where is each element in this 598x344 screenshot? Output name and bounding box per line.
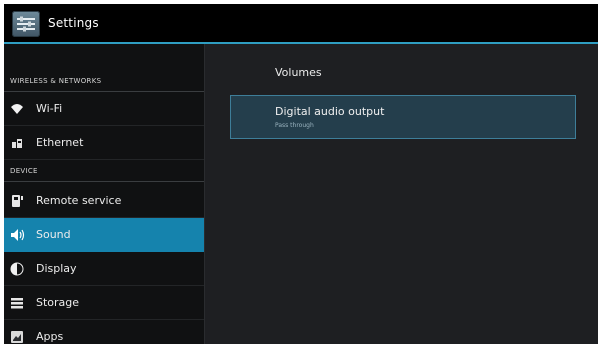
sidebar-item-label: Ethernet bbox=[36, 136, 84, 149]
sidebar-item-wifi[interactable]: Wi-Fi bbox=[4, 92, 204, 126]
apps-icon bbox=[10, 330, 24, 344]
section-header-device: DEVICE bbox=[4, 160, 204, 182]
ethernet-icon bbox=[10, 136, 24, 150]
sidebar-item-label: Display bbox=[36, 262, 77, 275]
sidebar-item-label: Wi-Fi bbox=[36, 102, 63, 115]
sidebar-item-label: Storage bbox=[36, 296, 80, 309]
sidebar-item-label: Apps bbox=[36, 330, 64, 343]
sidebar-item-storage[interactable]: Storage bbox=[4, 286, 204, 320]
sound-settings-panel: Volumes Digital audio output Pass throug… bbox=[205, 44, 598, 344]
sidebar-item-apps[interactable]: Apps bbox=[4, 320, 204, 344]
digital-audio-output-preference[interactable]: Digital audio output Pass through bbox=[230, 95, 576, 139]
sidebar-item-label: Remote service bbox=[36, 194, 122, 207]
settings-sliders-icon[interactable] bbox=[12, 11, 40, 37]
volumes-preference[interactable]: Volumes bbox=[275, 66, 322, 79]
page-title: Settings bbox=[48, 16, 99, 30]
sidebar-item-label: Sound bbox=[36, 228, 71, 241]
section-header-wireless: WIRELESS & NETWORKS bbox=[4, 70, 204, 92]
sidebar-item-remote-service[interactable]: Remote service bbox=[4, 184, 204, 218]
storage-icon bbox=[10, 296, 24, 310]
action-bar: Settings bbox=[4, 4, 598, 44]
speaker-icon bbox=[10, 228, 25, 242]
wifi-icon bbox=[10, 102, 24, 116]
digital-audio-output-summary: Pass through bbox=[275, 122, 314, 129]
sidebar-item-sound[interactable]: Sound bbox=[4, 218, 204, 252]
sidebar-item-ethernet[interactable]: Ethernet bbox=[4, 126, 204, 160]
sidebar: WIRELESS & NETWORKS Wi-Fi Ethernet DEVIC… bbox=[4, 44, 205, 344]
remote-icon bbox=[10, 194, 24, 208]
digital-audio-output-title: Digital audio output bbox=[275, 105, 385, 118]
display-icon bbox=[10, 262, 24, 276]
sidebar-item-display[interactable]: Display bbox=[4, 252, 204, 286]
settings-screen: Settings WIRELESS & NETWORKS Wi-Fi Ether… bbox=[4, 4, 598, 344]
